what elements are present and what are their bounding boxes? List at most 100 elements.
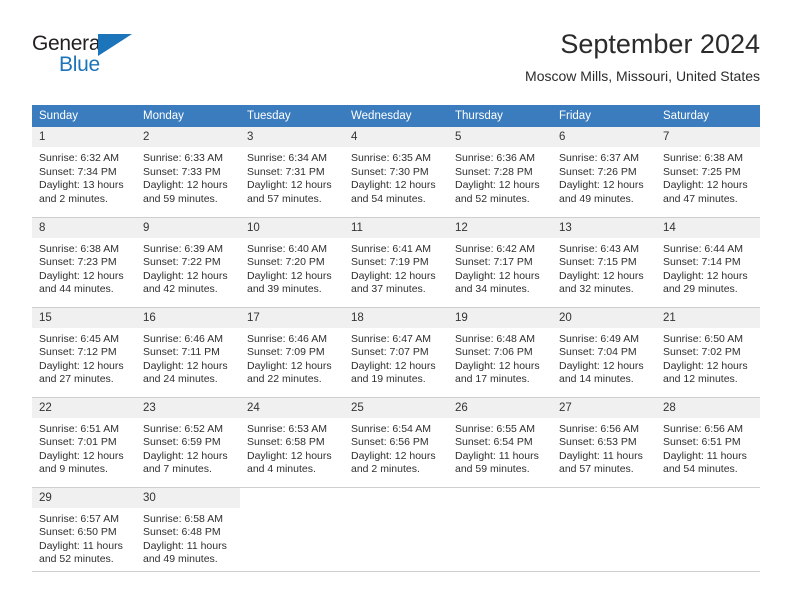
- daylight-text-line1: Daylight: 12 hours: [247, 359, 332, 372]
- daylight-text-line2: and 47 minutes.: [663, 192, 738, 205]
- sunset-text: Sunset: 7:20 PM: [247, 256, 325, 269]
- day-cell-inner: 7 Sunrise: 6:38 AM Sunset: 7:25 PM Daylight…: [656, 127, 760, 217]
- day-cell-inner: 9 Sunrise: 6:39 AM Sunset: 7:22 PM Daylight…: [136, 217, 240, 307]
- daylight-text-line1: Daylight: 11 hours: [143, 539, 227, 552]
- day-details: Sunrise: 6:38 AM Sunset: 7:23 PM Daylight:…: [32, 238, 136, 297]
- sunrise-text: Sunrise: 6:51 AM: [39, 422, 119, 435]
- day-details: Sunrise: 6:58 AM Sunset: 6:48 PM Daylight:…: [136, 508, 240, 567]
- calendar-day-cell[interactable]: 16 Sunrise: 6:46 AM Sunset: 7:11 PM Dayligh…: [136, 307, 240, 398]
- calendar-day-cell[interactable]: 1 Sunrise: 6:32 AM Sunset: 7:34 PM Daylight…: [32, 127, 136, 218]
- daylight-text-line2: and 52 minutes.: [455, 192, 530, 205]
- sunrise-text: Sunrise: 6:39 AM: [143, 242, 223, 255]
- day-details: Sunrise: 6:37 AM Sunset: 7:26 PM Daylight:…: [552, 147, 656, 206]
- day-number: 20: [552, 307, 656, 328]
- sunrise-text: Sunrise: 6:48 AM: [455, 332, 535, 345]
- page-title: September 2024: [560, 29, 760, 59]
- calendar-day-cell[interactable]: 23 Sunrise: 6:52 AM Sunset: 6:59 PM Dayligh…: [136, 397, 240, 488]
- day-details: Sunrise: 6:42 AM Sunset: 7:17 PM Daylight:…: [448, 238, 552, 297]
- sunrise-text: Sunrise: 6:42 AM: [455, 242, 535, 255]
- daylight-text-line2: and 2 minutes.: [39, 192, 108, 205]
- sunrise-text: Sunrise: 6:54 AM: [351, 422, 431, 435]
- calendar-page: General Blue September 2024 Moscow Mills…: [0, 0, 792, 612]
- weekday-header-saturday: Saturday: [656, 105, 760, 127]
- calendar-day-cell[interactable]: 27 Sunrise: 6:56 AM Sunset: 6:53 PM Dayligh…: [552, 397, 656, 488]
- sunrise-text: Sunrise: 6:46 AM: [247, 332, 327, 345]
- calendar-day-cell[interactable]: 3 Sunrise: 6:34 AM Sunset: 7:31 PM Daylight…: [240, 127, 344, 218]
- day-details: Sunrise: 6:36 AM Sunset: 7:28 PM Daylight:…: [448, 147, 552, 206]
- daylight-text-line2: and 59 minutes.: [455, 463, 530, 476]
- calendar-day-cell[interactable]: 6 Sunrise: 6:37 AM Sunset: 7:26 PM Daylight…: [552, 127, 656, 218]
- day-number: 29: [32, 487, 136, 508]
- daylight-text-line1: Daylight: 12 hours: [559, 269, 644, 282]
- calendar-day-cell[interactable]: 13 Sunrise: 6:43 AM Sunset: 7:15 PM Dayligh…: [552, 217, 656, 308]
- calendar-day-cell[interactable]: 25 Sunrise: 6:54 AM Sunset: 6:56 PM Dayligh…: [344, 397, 448, 488]
- day-cell-inner: [240, 488, 344, 571]
- sunrise-text: Sunrise: 6:36 AM: [455, 152, 535, 164]
- daylight-text-line2: and 59 minutes.: [143, 192, 218, 205]
- calendar-day-cell[interactable]: 5 Sunrise: 6:36 AM Sunset: 7:28 PM Daylight…: [448, 127, 552, 218]
- calendar-day-cell[interactable]: 2 Sunrise: 6:33 AM Sunset: 7:33 PM Daylight…: [136, 127, 240, 218]
- calendar-day-cell[interactable]: 14 Sunrise: 6:44 AM Sunset: 7:14 PM Dayligh…: [656, 217, 760, 308]
- day-cell-inner: 17 Sunrise: 6:46 AM Sunset: 7:09 PM Dayligh…: [240, 307, 344, 397]
- daylight-text-line1: Daylight: 12 hours: [39, 449, 124, 462]
- daylight-text-line2: and 44 minutes.: [39, 283, 114, 296]
- calendar-day-cell[interactable]: 9 Sunrise: 6:39 AM Sunset: 7:22 PM Daylight…: [136, 217, 240, 308]
- day-number: 22: [32, 397, 136, 418]
- calendar-day-cell[interactable]: 26 Sunrise: 6:55 AM Sunset: 6:54 PM Dayligh…: [448, 397, 552, 488]
- sunrise-text: Sunrise: 6:35 AM: [351, 152, 431, 164]
- day-details: Sunrise: 6:50 AM Sunset: 7:02 PM Daylight:…: [656, 328, 760, 387]
- sunrise-text: Sunrise: 6:41 AM: [351, 242, 431, 255]
- day-cell-inner: 29 Sunrise: 6:57 AM Sunset: 6:50 PM Dayligh…: [32, 487, 136, 571]
- calendar-day-cell[interactable]: 20 Sunrise: 6:49 AM Sunset: 7:04 PM Dayligh…: [552, 307, 656, 398]
- daylight-text-line2: and 29 minutes.: [663, 283, 738, 296]
- day-details: Sunrise: 6:49 AM Sunset: 7:04 PM Daylight:…: [552, 328, 656, 387]
- page-header: General Blue September 2024 Moscow Mills…: [32, 28, 760, 100]
- calendar-day-cell[interactable]: 22 Sunrise: 6:51 AM Sunset: 7:01 PM Dayligh…: [32, 397, 136, 488]
- calendar-day-cell[interactable]: 18 Sunrise: 6:47 AM Sunset: 7:07 PM Dayligh…: [344, 307, 448, 398]
- calendar-week-row: 8 Sunrise: 6:38 AM Sunset: 7:23 PM Daylight…: [32, 217, 760, 308]
- daylight-text-line1: Daylight: 12 hours: [143, 449, 228, 462]
- day-cell-inner: 21 Sunrise: 6:50 AM Sunset: 7:02 PM Dayligh…: [656, 307, 760, 397]
- calendar-day-cell[interactable]: 19 Sunrise: 6:48 AM Sunset: 7:06 PM Dayligh…: [448, 307, 552, 398]
- day-details: Sunrise: 6:52 AM Sunset: 6:59 PM Daylight:…: [136, 418, 240, 477]
- sunrise-text: Sunrise: 6:53 AM: [247, 422, 327, 435]
- day-cell-inner: 27 Sunrise: 6:56 AM Sunset: 6:53 PM Dayligh…: [552, 397, 656, 487]
- day-number: 18: [344, 307, 448, 328]
- calendar-day-cell[interactable]: 17 Sunrise: 6:46 AM Sunset: 7:09 PM Dayligh…: [240, 307, 344, 398]
- sunrise-text: Sunrise: 6:38 AM: [663, 152, 743, 164]
- calendar-day-cell[interactable]: 24 Sunrise: 6:53 AM Sunset: 6:58 PM Dayligh…: [240, 397, 344, 488]
- daylight-text-line2: and 49 minutes.: [143, 553, 218, 566]
- sunrise-text: Sunrise: 6:47 AM: [351, 332, 431, 345]
- day-number: [448, 488, 552, 508]
- calendar-day-cell[interactable]: 29 Sunrise: 6:57 AM Sunset: 6:50 PM Dayligh…: [32, 487, 136, 572]
- calendar-day-cell[interactable]: 11 Sunrise: 6:41 AM Sunset: 7:19 PM Dayligh…: [344, 217, 448, 308]
- calendar-day-cell[interactable]: 12 Sunrise: 6:42 AM Sunset: 7:17 PM Dayligh…: [448, 217, 552, 308]
- sunrise-text: Sunrise: 6:50 AM: [663, 332, 743, 345]
- calendar-day-cell[interactable]: 15 Sunrise: 6:45 AM Sunset: 7:12 PM Dayligh…: [32, 307, 136, 398]
- day-number: 27: [552, 397, 656, 418]
- calendar-day-cell[interactable]: 7 Sunrise: 6:38 AM Sunset: 7:25 PM Daylight…: [656, 127, 760, 218]
- sunset-text: Sunset: 7:12 PM: [39, 346, 117, 359]
- sunrise-text: Sunrise: 6:34 AM: [247, 152, 327, 164]
- calendar-day-cell-empty: [448, 487, 552, 572]
- calendar-day-cell[interactable]: 10 Sunrise: 6:40 AM Sunset: 7:20 PM Dayligh…: [240, 217, 344, 308]
- daylight-text-line1: Daylight: 12 hours: [247, 269, 332, 282]
- day-details: Sunrise: 6:56 AM Sunset: 6:51 PM Daylight:…: [656, 418, 760, 477]
- calendar-day-cell[interactable]: 4 Sunrise: 6:35 AM Sunset: 7:30 PM Daylight…: [344, 127, 448, 218]
- calendar-day-cell[interactable]: 30 Sunrise: 6:58 AM Sunset: 6:48 PM Dayligh…: [136, 487, 240, 572]
- day-number: 17: [240, 307, 344, 328]
- calendar-day-cell[interactable]: 21 Sunrise: 6:50 AM Sunset: 7:02 PM Dayligh…: [656, 307, 760, 398]
- day-cell-inner: 3 Sunrise: 6:34 AM Sunset: 7:31 PM Daylight…: [240, 127, 344, 217]
- daylight-text-line1: Daylight: 11 hours: [39, 539, 123, 552]
- sunset-text: Sunset: 6:58 PM: [247, 436, 325, 449]
- daylight-text-line2: and 32 minutes.: [559, 283, 634, 296]
- day-cell-inner: 18 Sunrise: 6:47 AM Sunset: 7:07 PM Dayligh…: [344, 307, 448, 397]
- day-number: 11: [344, 217, 448, 238]
- daylight-text-line1: Daylight: 12 hours: [663, 359, 748, 372]
- calendar-day-cell[interactable]: 8 Sunrise: 6:38 AM Sunset: 7:23 PM Daylight…: [32, 217, 136, 308]
- daylight-text-line2: and 7 minutes.: [143, 463, 212, 476]
- general-blue-logo[interactable]: General Blue: [32, 32, 172, 88]
- sunrise-text: Sunrise: 6:40 AM: [247, 242, 327, 255]
- calendar-day-cell[interactable]: 28 Sunrise: 6:56 AM Sunset: 6:51 PM Dayligh…: [656, 397, 760, 488]
- day-number: 8: [32, 217, 136, 238]
